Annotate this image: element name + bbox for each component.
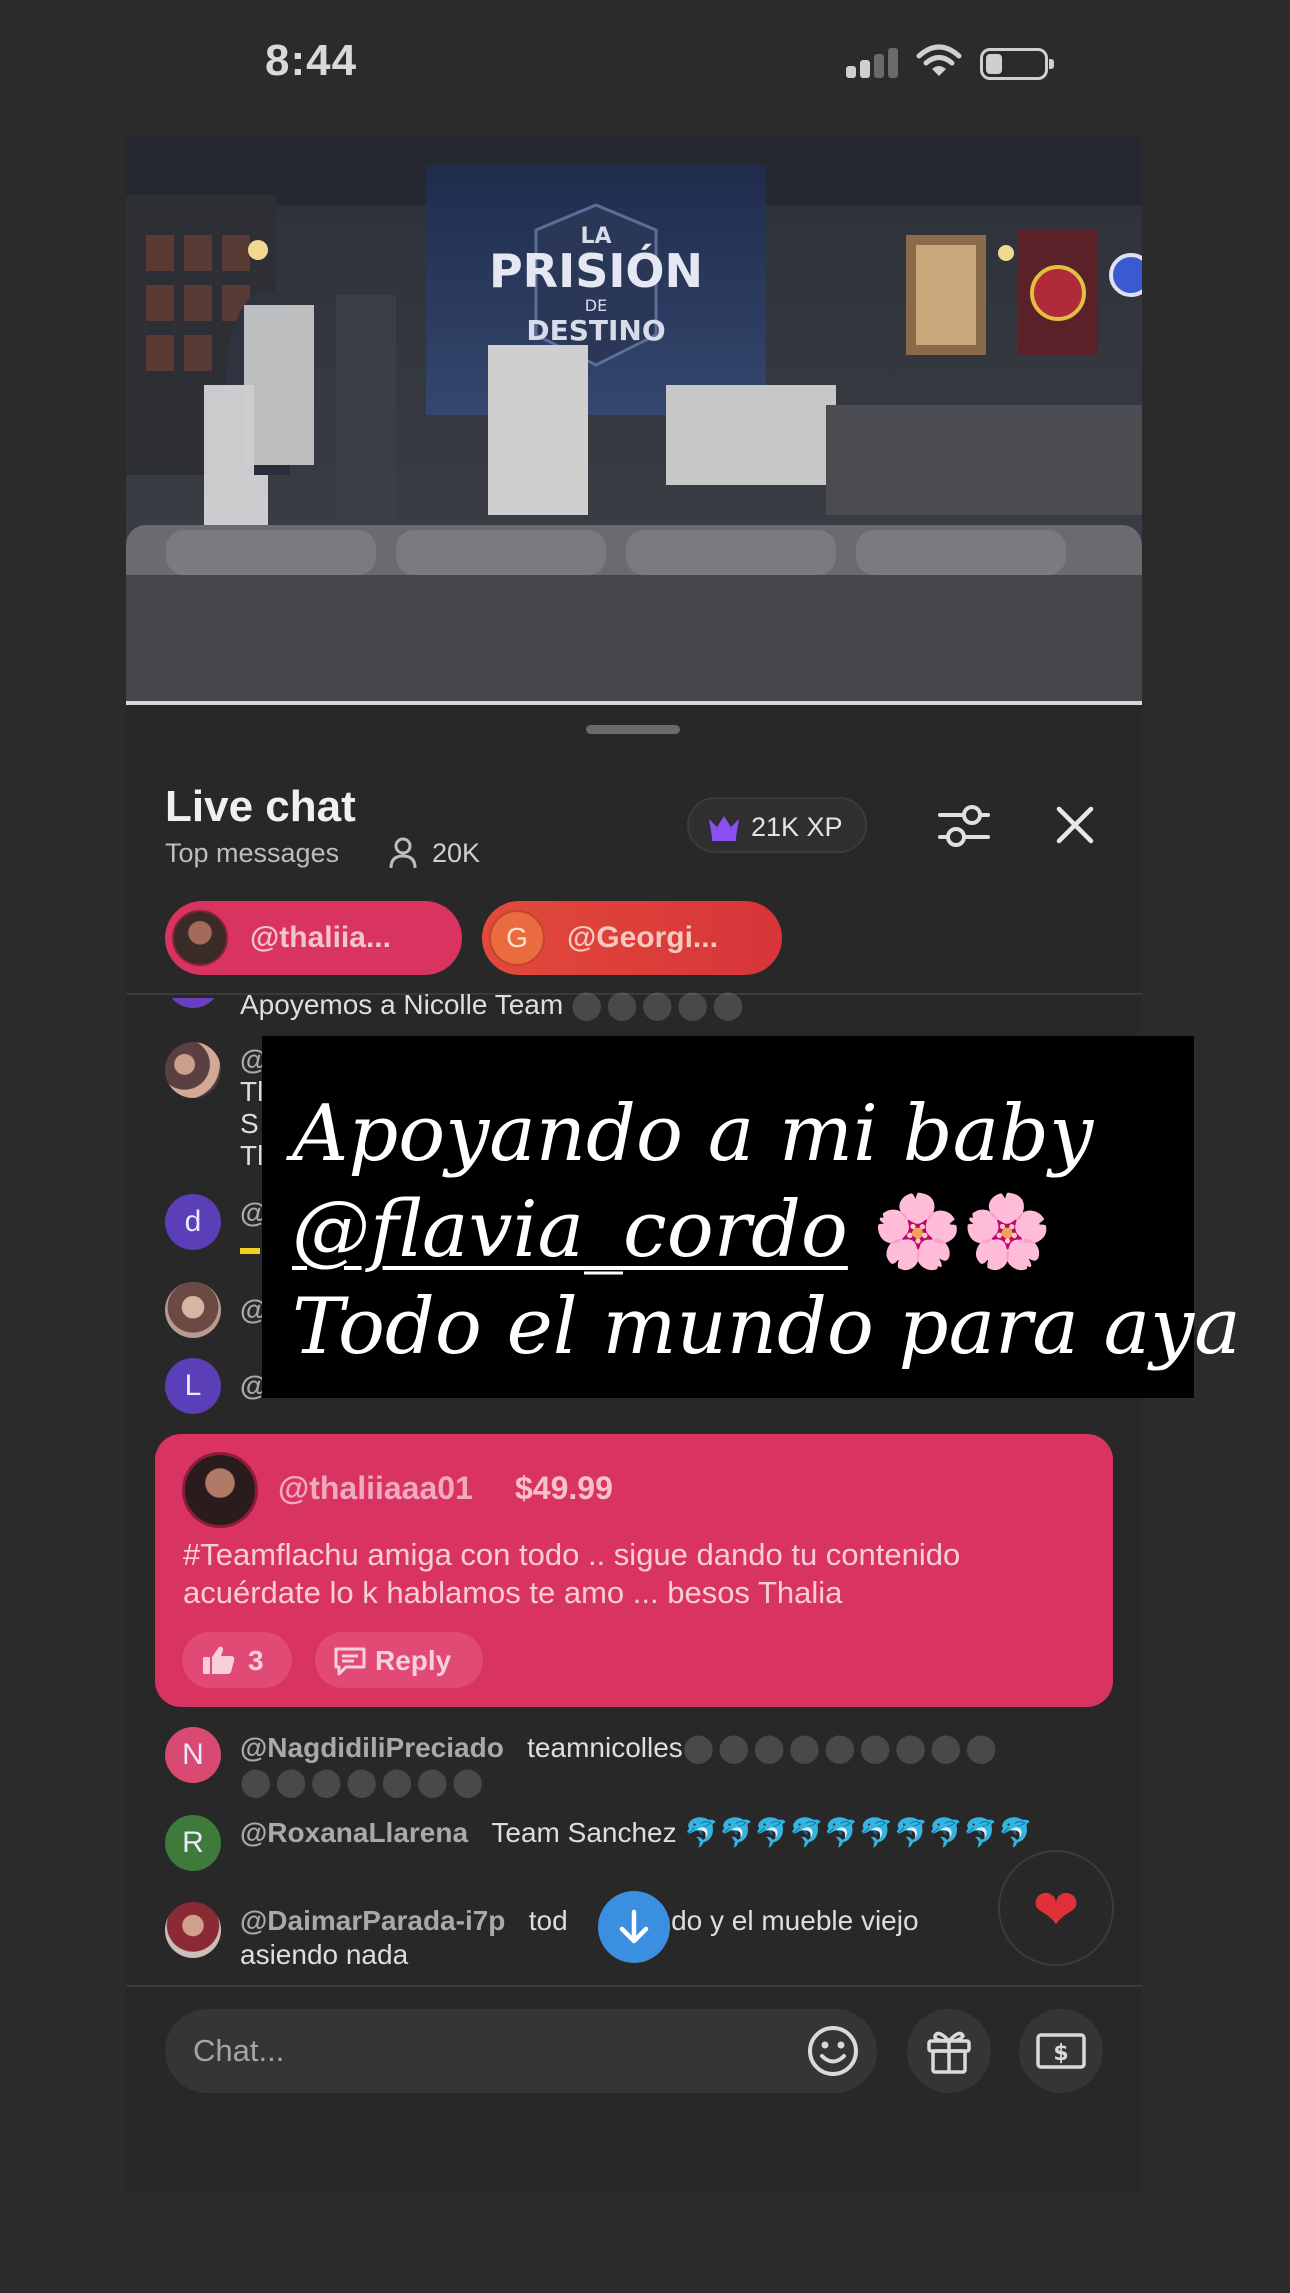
chat-message: @NagdidiliPreciado teamnicolles⬤⬤⬤⬤⬤⬤⬤⬤⬤… [240,1731,1100,1799]
like-button[interactable]: 3 [182,1632,292,1688]
message-user: @DaimarParada-i7p [240,1905,506,1936]
message-text: Tl [240,1076,264,1107]
flag-emoji [240,1230,260,1264]
chat-input[interactable] [165,2009,877,2093]
emoji-strip: ⬤⬤⬤⬤⬤ [570,989,748,1020]
status-time: 8:44 [265,36,358,85]
overlay-mention-link[interactable]: @flavia_cordo [292,1185,848,1275]
heart-reaction-button[interactable]: ❤ [998,1850,1114,1966]
avatar: N [165,1727,221,1783]
xp-value: 21K XP [751,812,843,842]
super-chat-card[interactable]: @thaliiaaa01 $49.99 #Teamflachu amiga co… [155,1434,1113,1707]
gift-icon [927,2031,971,2074]
message-text: Tl [240,1140,264,1171]
battery-icon [980,48,1054,80]
message-text: asiendo nada [240,1939,409,1970]
like-count: 3 [248,1645,264,1676]
avatar [172,910,228,966]
thumbs-up-icon [203,1646,235,1674]
video-frame: LA PRISIÓN DE DESTINO [126,135,1142,703]
banner-text-2: PRISIÓN [489,244,703,298]
story-text-overlay: Apoyando a mi baby @flavia_cordo 🌸🌸 Todo… [262,1036,1241,1398]
super-chat-user: @thaliiaaa01 [278,1470,473,1506]
viewer-count: 20K [432,838,481,868]
message-text: Apoyemos a Nicolle Team [240,989,564,1020]
avatar [165,1282,221,1338]
heart-icon: ❤ [1032,1878,1080,1941]
avatar [182,1452,258,1528]
money-icon: $ [1036,2033,1086,2069]
status-bar: 8:44 [0,0,1290,130]
reply-icon [334,1647,366,1676]
chat-mode-selector[interactable]: Top messages [165,838,339,869]
avatar [165,1042,221,1098]
super-chat-amount: $49.99 [515,1470,613,1506]
banner-text-4: DESTINO [526,314,665,347]
video-progress-bar[interactable] [126,701,1142,705]
drag-handle[interactable] [586,725,680,734]
video-player[interactable]: LA PRISIÓN DE DESTINO [126,135,1142,703]
avatar: L [165,1358,221,1414]
message-text: Team Sanchez 🐬🐬🐬🐬🐬🐬🐬🐬🐬🐬 [491,1817,1034,1848]
overlay-line-1: Apoyando a mi baby [292,1089,1094,1179]
person-icon [389,837,417,869]
overlay-line-2: @flavia_cordo 🌸🌸 [292,1182,1192,1279]
message-user: @RoxanaLlarena [240,1817,469,1848]
close-icon[interactable] [1050,800,1100,850]
overlay-line-3: Todo el mundo para aya [292,1282,1241,1372]
message-user: @NagdidiliPreciado [240,1732,504,1763]
chat-title: Live chat [165,782,356,831]
filter-icon[interactable] [934,795,994,855]
emoji-icon[interactable] [805,2023,861,2079]
divider [126,1985,1142,1987]
xp-badge[interactable]: 21K XP [687,797,867,853]
overlay-text: Apoyando a mi baby @flavia_cordo 🌸🌸 Todo… [292,1086,1241,1375]
arrow-down-icon [619,1909,649,1944]
avatar [165,1902,221,1958]
avatar: d [165,1194,221,1250]
reply-label: Reply [375,1645,452,1676]
pinned-chip-name: @thaliia... [250,921,391,954]
avatar: R [165,1815,221,1871]
chat-message-partial: Apoyemos a Nicolle Team ⬤⬤⬤⬤⬤ [240,988,748,1022]
message-text: S [240,1108,259,1139]
pinned-chip-georgi[interactable]: G @Georgi... [482,901,782,975]
message-text: tod [528,1905,568,1936]
crown-icon [709,816,739,841]
pinned-chip-thaliia[interactable]: @thaliia... [165,901,462,975]
gift-button[interactable] [907,2009,991,2093]
reply-button[interactable]: Reply [315,1632,483,1688]
chat-message: @RoxanaLlarena Team Sanchez 🐬🐬🐬🐬🐬🐬🐬🐬🐬🐬 [240,1816,1100,1850]
message-text: teamnicolles [527,1732,683,1763]
flower-emoji: 🌸🌸 [872,1189,1052,1273]
svg-text:$: $ [1053,2041,1068,2066]
chat-message: @DaimarParada-i7p tod siendo y el mueble … [240,1904,1100,1972]
scroll-to-bottom-button[interactable] [598,1891,670,1963]
wifi-icon [916,44,962,76]
super-chat-message: #Teamflachu amiga con todo .. sigue dand… [183,1537,961,1610]
super-chat-button[interactable]: $ [1019,2009,1103,2093]
pinned-chip-name: @Georgi... [567,921,718,954]
avatar: G [489,910,545,966]
signal-icon [846,48,900,78]
banner-text-3: DE [585,296,607,315]
